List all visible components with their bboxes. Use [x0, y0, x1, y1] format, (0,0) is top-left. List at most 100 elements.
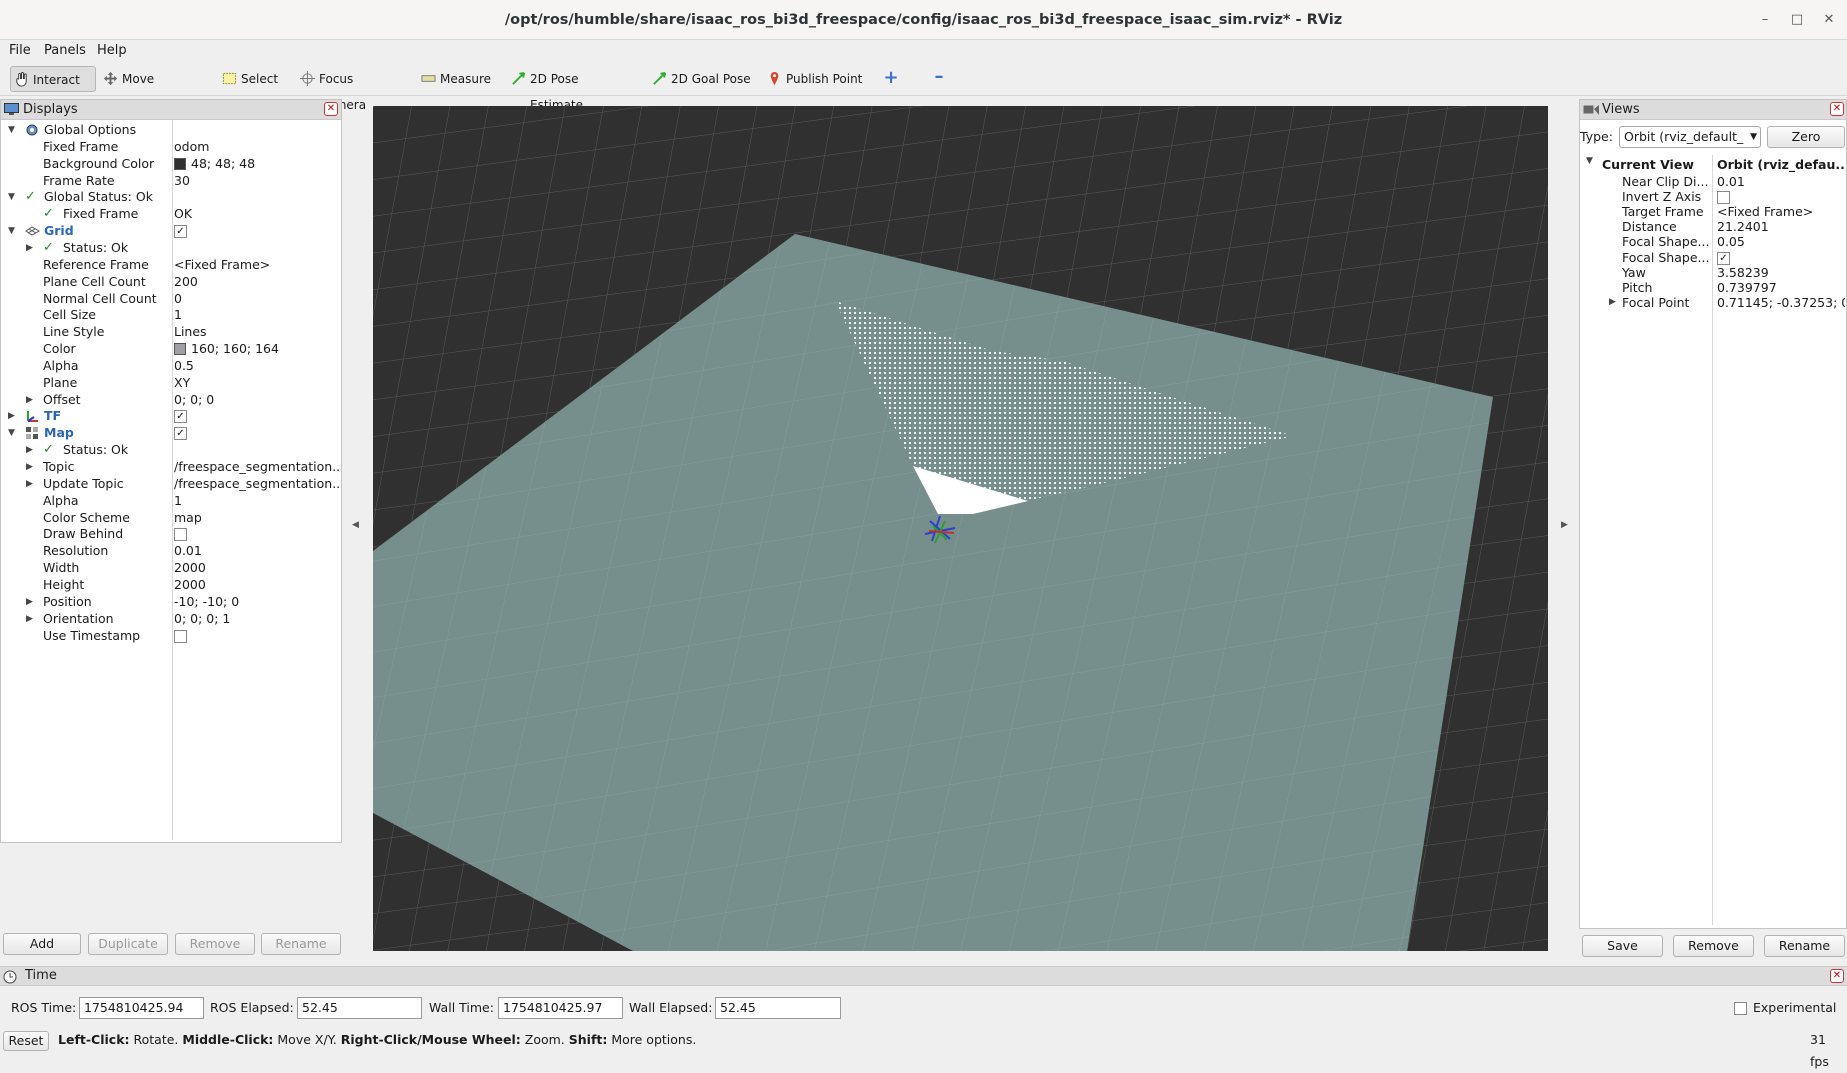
- invert-z-checkbox[interactable]: [1717, 191, 1730, 205]
- view-row-focal-point[interactable]: ▶ Focal Point 0.71145; -0.37253; 0: [1580, 295, 1846, 310]
- display-row-global-status-fixed-frame[interactable]: ✓ Fixed Frame OK: [1, 205, 341, 223]
- expand-arrow-icon[interactable]: ▶: [26, 458, 33, 476]
- map-draw-behind-value-cell[interactable]: [174, 525, 339, 543]
- map-orientation-value-cell[interactable]: 0; 0; 0; 1: [174, 610, 339, 628]
- display-row-grid-display[interactable]: ▼ Grid ✓: [1, 222, 341, 240]
- view-row-pitch[interactable]: Pitch 0.739797: [1580, 280, 1846, 295]
- map-position-value-cell[interactable]: -10; -10; 0: [174, 593, 339, 611]
- add-tool-plus-icon[interactable]: +: [882, 69, 900, 88]
- remove-view-button[interactable]: Remove: [1673, 935, 1754, 957]
- remove-display-button[interactable]: Remove: [175, 933, 255, 955]
- map-display-value-cell[interactable]: ✓: [174, 424, 339, 442]
- select-tool-button[interactable]: Select: [219, 66, 279, 92]
- display-row-map-height[interactable]: Height 2000: [1, 576, 341, 594]
- add-display-button[interactable]: Add: [3, 933, 81, 955]
- frame-rate-value-cell[interactable]: 30: [174, 172, 339, 190]
- focus-camera-tool-button[interactable]: Focus Camera: [297, 66, 401, 112]
- close-displays-icon[interactable]: ✕: [324, 102, 338, 116]
- expand-arrow-icon[interactable]: ▶: [1609, 295, 1616, 310]
- view-row-near-clip-distance[interactable]: Near Clip Di... 0.01: [1580, 174, 1846, 189]
- expand-arrow-icon[interactable]: ▶: [26, 610, 33, 628]
- collapse-arrow-icon[interactable]: ▼: [8, 222, 15, 240]
- grid-normal-cell-count-value-cell[interactable]: 0: [174, 290, 339, 308]
- map-use-timestamp-value-cell[interactable]: [174, 627, 339, 645]
- display-row-map-status[interactable]: ▶ ✓ Status: Ok: [1, 441, 341, 459]
- near-clip-distance-value-cell[interactable]: 0.01: [1717, 174, 1845, 189]
- close-time-icon[interactable]: ✕: [1830, 969, 1844, 983]
- view-row-target-frame[interactable]: Target Frame <Fixed Frame>: [1580, 204, 1846, 219]
- collapse-left-icon[interactable]: ◀: [352, 520, 359, 530]
- map-width-value-cell[interactable]: 2000: [174, 559, 339, 577]
- focal-shape-size-value-cell[interactable]: 0.05: [1717, 234, 1845, 249]
- rename-display-button[interactable]: Rename: [261, 933, 341, 955]
- map-topic-value-cell[interactable]: /freespace_segmentation...: [174, 458, 339, 476]
- display-row-background-color[interactable]: Background Color 48; 48; 48: [1, 155, 341, 173]
- display-row-map-topic[interactable]: ▶ Topic/freespace_segmentation...: [1, 458, 341, 476]
- expand-arrow-icon[interactable]: ▶: [8, 407, 15, 425]
- duplicate-display-button[interactable]: Duplicate: [88, 933, 168, 955]
- display-row-grid-color[interactable]: Color 160; 160; 164: [1, 340, 341, 358]
- enabled-checkbox[interactable]: ✓: [174, 410, 187, 424]
- goal-pose-tool-button[interactable]: 2D Goal Pose: [649, 66, 751, 92]
- display-row-fixed-frame[interactable]: Fixed Frame odom: [1, 138, 341, 156]
- expand-arrow-icon[interactable]: ▶: [26, 239, 33, 257]
- view-row-yaw[interactable]: Yaw 3.58239: [1580, 265, 1846, 280]
- grid-cell-size-value-cell[interactable]: 1: [174, 306, 339, 324]
- display-row-map-orientation[interactable]: ▶ Orientation 0; 0; 0; 1: [1, 610, 341, 628]
- grid-reference-frame-value-cell[interactable]: <Fixed Frame>: [174, 256, 339, 274]
- target-frame-value-cell[interactable]: <Fixed Frame>: [1717, 204, 1845, 219]
- display-row-global-status[interactable]: ▼ ✓ Global Status: Ok: [1, 188, 341, 206]
- focal-shape-fixed-checkbox[interactable]: ✓: [1717, 251, 1730, 265]
- display-row-map-position[interactable]: ▶ Position -10; -10; 0: [1, 593, 341, 611]
- ros-elapsed-field[interactable]: 52.45: [297, 997, 422, 1019]
- zero-view-button[interactable]: Zero: [1767, 126, 1845, 148]
- close-views-icon[interactable]: ✕: [1830, 102, 1844, 116]
- interact-tool-button[interactable]: Interact: [10, 66, 96, 92]
- display-row-grid-reference-frame[interactable]: Reference Frame <Fixed Frame>: [1, 256, 341, 274]
- map-height-value-cell[interactable]: 2000: [174, 576, 339, 594]
- maximize-icon[interactable]: □: [1782, 0, 1812, 40]
- view-row-invert-z-axis[interactable]: Invert Z Axis: [1580, 189, 1846, 205]
- map-update-topic-value-cell[interactable]: /freespace_segmentation...: [174, 475, 339, 493]
- grid-color-value-cell[interactable]: 160; 160; 164: [174, 340, 339, 358]
- rename-view-button[interactable]: Rename: [1764, 935, 1845, 957]
- map-color-scheme-value-cell[interactable]: map: [174, 509, 339, 527]
- remove-tool-minus-icon[interactable]: –: [930, 68, 948, 88]
- collapse-arrow-icon[interactable]: ▼: [8, 121, 15, 139]
- collapse-arrow-icon[interactable]: ▼: [8, 188, 15, 206]
- global-status-fixed-frame-value-cell[interactable]: OK: [174, 205, 339, 223]
- expand-arrow-icon[interactable]: ▶: [26, 391, 33, 409]
- fixed-frame-value-cell[interactable]: odom: [174, 138, 339, 156]
- grid-plane-value-cell[interactable]: XY: [174, 374, 339, 392]
- save-view-button[interactable]: Save: [1582, 935, 1663, 957]
- display-row-map-display[interactable]: ▼ Map ✓: [1, 424, 341, 442]
- publish-point-tool-button[interactable]: Publish Point: [764, 66, 872, 92]
- tf-display-value-cell[interactable]: ✓: [174, 407, 339, 425]
- display-row-grid-line-style[interactable]: Line Style Lines: [1, 323, 341, 341]
- grid-alpha-value-cell[interactable]: 0.5: [174, 357, 339, 375]
- display-row-grid-alpha[interactable]: Alpha 0.5: [1, 357, 341, 375]
- grid-plane-cell-count-value-cell[interactable]: 200: [174, 273, 339, 291]
- display-row-map-update-topic[interactable]: ▶ Update Topic/freespace_segmentation...: [1, 475, 341, 493]
- display-row-frame-rate[interactable]: Frame Rate 30: [1, 172, 341, 190]
- focal-shape-fixed-value-cell[interactable]: ✓: [1717, 250, 1845, 265]
- grid-display-value-cell[interactable]: ✓: [174, 222, 339, 240]
- view-row-focal-shape-fixed[interactable]: Focal Shape... ✓: [1580, 250, 1846, 265]
- menu-help[interactable]: Help: [97, 40, 127, 62]
- expand-arrow-icon[interactable]: ▶: [26, 441, 33, 459]
- wall-elapsed-field[interactable]: 52.45: [715, 997, 841, 1019]
- menu-file[interactable]: File: [9, 40, 31, 62]
- view-row-distance[interactable]: Distance 21.2401: [1580, 219, 1846, 234]
- display-row-grid-normal-cell-count[interactable]: Normal Cell Count 0: [1, 290, 341, 308]
- map-resolution-value-cell[interactable]: 0.01: [174, 542, 339, 560]
- display-row-grid-plane[interactable]: Plane XY: [1, 374, 341, 392]
- checkbox[interactable]: [174, 528, 187, 542]
- expand-arrow-icon[interactable]: ▶: [26, 475, 33, 493]
- pose-estimate-tool-button[interactable]: 2D Pose Estimate: [508, 66, 630, 112]
- display-row-map-use-timestamp[interactable]: Use Timestamp: [1, 627, 341, 645]
- display-row-grid-cell-size[interactable]: Cell Size 1: [1, 306, 341, 324]
- minimize-icon[interactable]: –: [1750, 0, 1780, 40]
- display-row-grid-plane-cell-count[interactable]: Plane Cell Count 200: [1, 273, 341, 291]
- display-row-map-color-scheme[interactable]: Color Scheme map: [1, 509, 341, 527]
- current-view-collapse-icon[interactable]: ▼: [1586, 156, 1593, 166]
